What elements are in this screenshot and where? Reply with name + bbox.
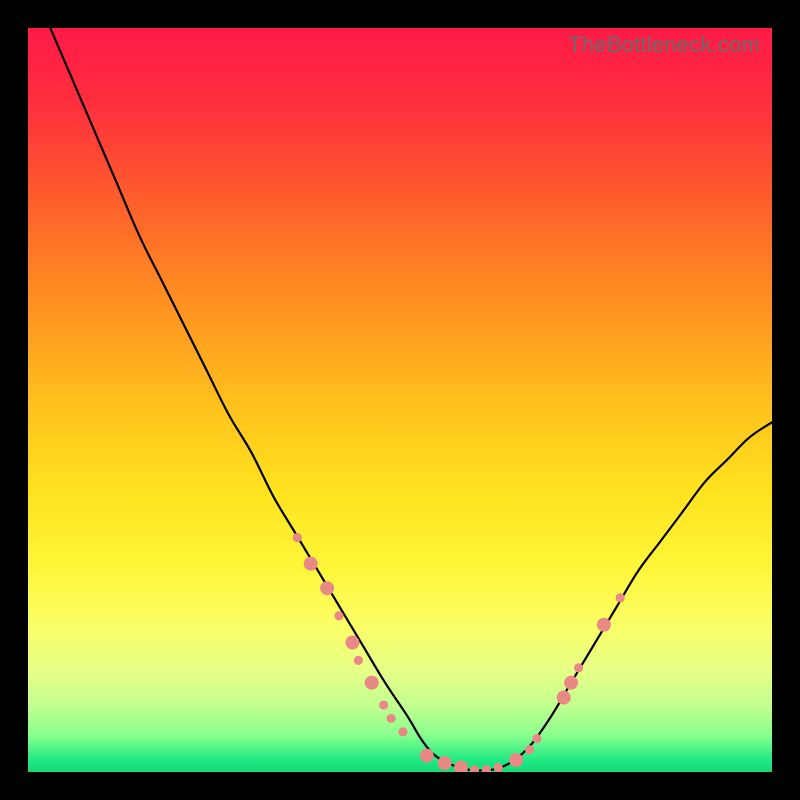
marker-dot xyxy=(574,663,583,672)
marker-dot xyxy=(482,765,491,772)
marker-dot xyxy=(293,533,302,542)
marker-dot xyxy=(454,761,468,772)
marker-dot xyxy=(398,727,407,736)
marker-dot xyxy=(354,656,363,665)
plot-area: TheBottleneck.com xyxy=(28,28,772,772)
marker-dot xyxy=(532,734,541,743)
marker-dot xyxy=(386,714,395,723)
marker-dot xyxy=(616,593,625,602)
marker-dot xyxy=(304,557,318,571)
marker-dot xyxy=(470,765,479,772)
marker-dot xyxy=(525,745,534,754)
marker-dot xyxy=(420,749,434,763)
marker-dot xyxy=(564,676,578,690)
watermark-text: TheBottleneck.com xyxy=(568,32,760,58)
marker-dot xyxy=(345,636,359,650)
marker-dot xyxy=(365,676,379,690)
marker-dot xyxy=(494,763,503,772)
marker-dot xyxy=(334,611,343,620)
curve-layer xyxy=(28,28,772,772)
marker-dot xyxy=(509,753,523,767)
marker-dot xyxy=(320,581,334,595)
curve-markers xyxy=(293,533,625,772)
bottleneck-curve xyxy=(50,28,772,771)
chart-frame: TheBottleneck.com xyxy=(0,0,800,800)
marker-dot xyxy=(597,618,611,632)
marker-dot xyxy=(438,756,452,770)
marker-dot xyxy=(557,691,571,705)
marker-dot xyxy=(379,700,388,709)
